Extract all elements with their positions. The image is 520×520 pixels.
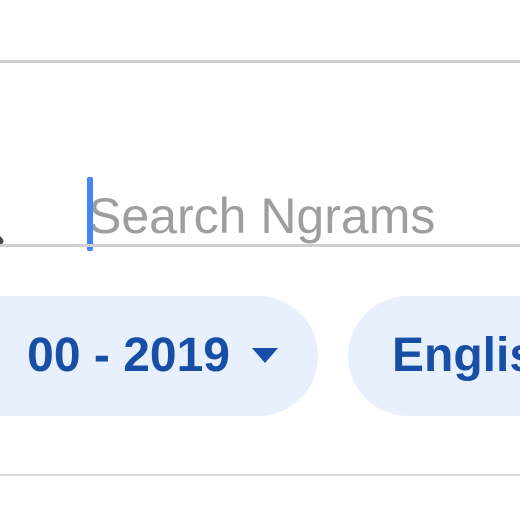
language-label: Englis xyxy=(392,329,520,382)
search-divider xyxy=(0,244,520,247)
text-cursor xyxy=(87,177,93,251)
language-chip[interactable]: Englis xyxy=(348,296,520,416)
date-range-label: 00 - 2019 xyxy=(27,329,230,382)
ngram-search-screen: 00 - 2019 Englis xyxy=(0,0,520,520)
search-bar xyxy=(0,63,520,257)
bottom-divider xyxy=(0,474,520,476)
date-range-chip[interactable]: 00 - 2019 xyxy=(0,296,318,416)
